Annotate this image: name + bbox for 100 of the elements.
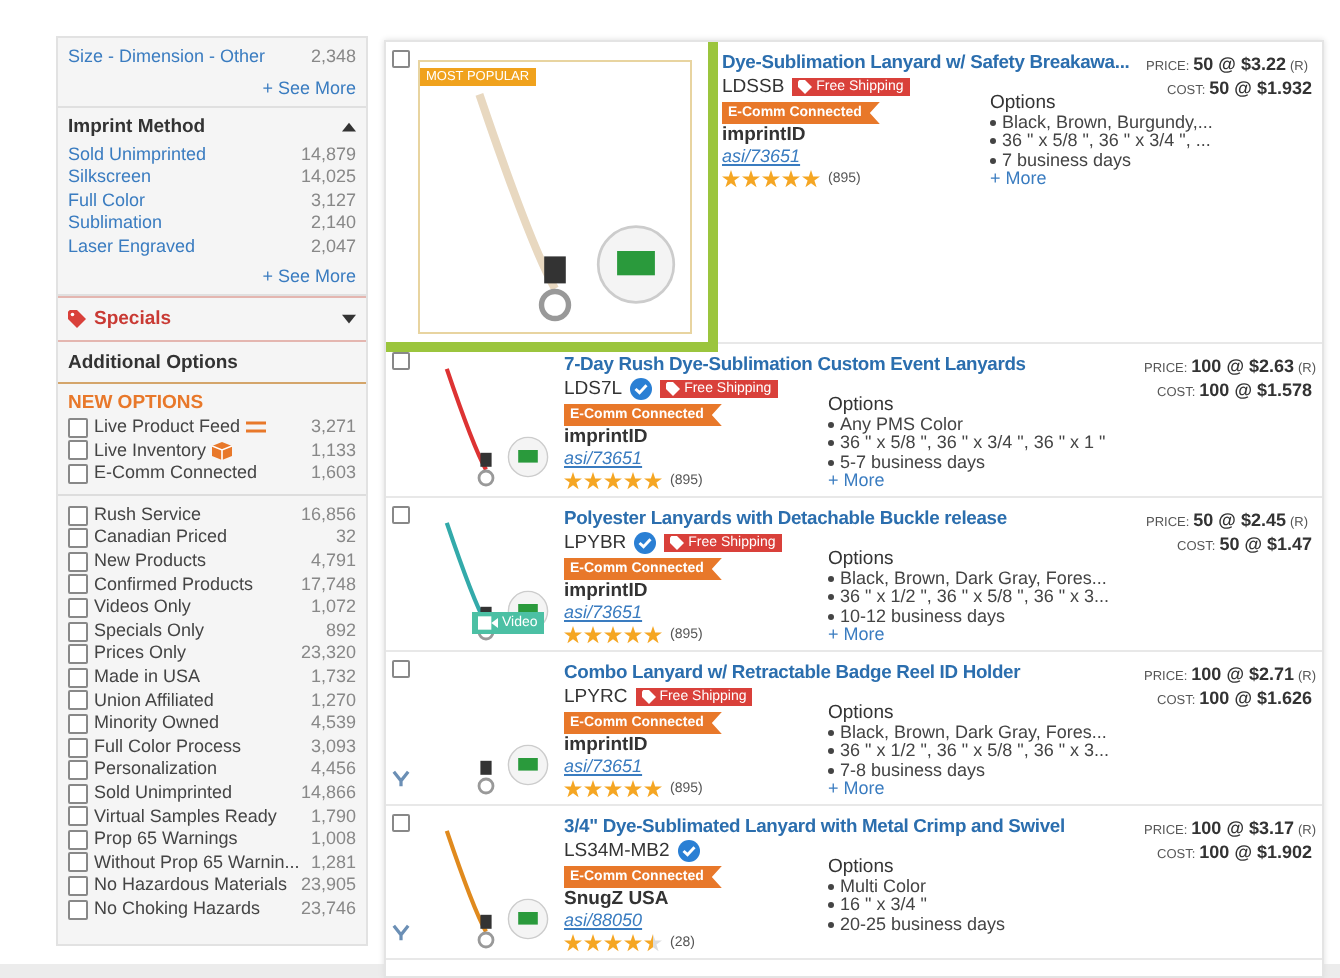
- lanyard-icon[interactable]: [392, 924, 410, 942]
- filter-option[interactable]: Silkscreen 14,025: [68, 166, 356, 189]
- option-count: 3,093: [310, 735, 356, 759]
- checkbox[interactable]: [68, 463, 88, 484]
- product-title-link[interactable]: Polyester Lanyards with Detachable Buckle release: [564, 506, 1007, 530]
- checkbox[interactable]: [68, 690, 88, 711]
- caret-icon[interactable]: [342, 314, 356, 324]
- more-link[interactable]: + More: [828, 780, 1110, 800]
- checkbox-label[interactable]: Specials Only: [94, 619, 205, 643]
- checkbox[interactable]: [68, 574, 88, 595]
- supplier-name: SnugZ USA: [564, 888, 671, 910]
- checkbox-label[interactable]: Live Product Feed: [94, 416, 241, 440]
- checkbox[interactable]: [68, 644, 88, 665]
- checkbox[interactable]: [68, 899, 88, 920]
- asi-link[interactable]: asi/73651: [564, 602, 643, 622]
- checkbox-label[interactable]: Sold Unimprinted: [94, 781, 233, 805]
- supplier-name: imprintID: [564, 734, 650, 756]
- option-count: 4,539: [310, 712, 356, 736]
- checkbox-label[interactable]: E-Comm Connected: [94, 462, 258, 486]
- checkbox[interactable]: [68, 417, 88, 438]
- star-icon: [564, 471, 582, 489]
- checkbox-label[interactable]: Virtual Samples Ready: [94, 805, 277, 829]
- checkbox-label[interactable]: Canadian Priced: [94, 526, 228, 550]
- checkbox-label[interactable]: No Hazardous Materials: [94, 874, 288, 898]
- checkbox[interactable]: [68, 505, 88, 526]
- checkbox-label[interactable]: Prices Only: [94, 642, 187, 666]
- checkbox[interactable]: [68, 551, 88, 572]
- checkbox-label[interactable]: Personalization: [94, 758, 218, 782]
- checkbox[interactable]: [68, 760, 88, 781]
- option-item: 5-7 business days: [840, 453, 986, 473]
- star-icon: [624, 779, 642, 797]
- option-count: 16,856: [300, 503, 356, 527]
- checkbox[interactable]: [68, 621, 88, 642]
- star-icon: [644, 933, 662, 951]
- checkbox-label[interactable]: Live Inventory: [94, 439, 207, 463]
- option-item: Any PMS Color: [840, 415, 964, 435]
- lanyard-icon[interactable]: [392, 770, 410, 788]
- checkbox[interactable]: [68, 737, 88, 758]
- product-title-link[interactable]: Combo Lanyard w/ Retractable Badge Reel ID Holder: [564, 660, 1021, 684]
- asi-link[interactable]: asi/73651: [564, 756, 643, 776]
- checkbox-label[interactable]: Made in USA: [94, 665, 201, 690]
- supplier-name: imprintID: [564, 580, 650, 602]
- filter-option[interactable]: Sold Unimprinted 14,879: [68, 143, 356, 166]
- filter-option[interactable]: Sublimation 2,140: [68, 212, 356, 235]
- checkbox[interactable]: [68, 852, 88, 873]
- product-title-link[interactable]: 3/4" Dye-Sublimated Lanyard with Metal Crimp and Swivel: [564, 814, 1065, 838]
- checkbox[interactable]: [392, 506, 410, 524]
- more-link[interactable]: + More: [990, 170, 1213, 190]
- checkbox[interactable]: [68, 440, 88, 461]
- supplier-name: imprintID: [564, 426, 650, 448]
- tag-icon: [68, 310, 86, 328]
- checkbox[interactable]: [68, 783, 88, 804]
- filter-option[interactable]: Laser Engraved 2,047: [68, 235, 356, 258]
- checkbox-label[interactable]: Videos Only: [94, 596, 191, 620]
- star-icon: [722, 169, 740, 187]
- filter-option[interactable]: Full Color 3,127: [68, 189, 356, 212]
- checkbox[interactable]: [392, 352, 410, 370]
- product-code: LPYRC: [564, 685, 628, 707]
- checkbox[interactable]: [68, 806, 88, 827]
- option-count: 17,748: [300, 573, 356, 597]
- bullet-icon: [828, 460, 834, 467]
- caret-icon[interactable]: [342, 121, 356, 131]
- checkbox[interactable]: [68, 829, 88, 850]
- checkbox-label[interactable]: No Choking Hazards: [94, 897, 261, 921]
- asi-link[interactable]: asi/73651: [564, 448, 643, 468]
- option-item: Black, Brown, Burgundy,...: [1002, 113, 1213, 133]
- options-heading: Options: [990, 94, 1058, 114]
- asi-link[interactable]: asi/73651: [722, 146, 801, 166]
- section-title[interactable]: Specials: [94, 308, 172, 330]
- checkbox[interactable]: [68, 876, 88, 897]
- asi-link[interactable]: asi/88050: [564, 910, 643, 930]
- option-count: 892: [325, 619, 356, 643]
- bullet-icon: [828, 748, 834, 755]
- option-item: Black, Brown, Dark Gray, Fores...: [840, 569, 1107, 589]
- option-count: 23,905: [300, 874, 356, 898]
- checkbox[interactable]: [392, 814, 410, 832]
- checkbox[interactable]: [392, 50, 410, 68]
- checkbox-label[interactable]: Minority Owned: [94, 712, 220, 736]
- see-more-link[interactable]: + See More: [68, 77, 356, 99]
- checkbox[interactable]: [68, 528, 88, 549]
- checkbox-label[interactable]: Full Color Process: [94, 735, 242, 759]
- price-value: 50 @ $3.22: [1193, 54, 1286, 74]
- see-more-link[interactable]: + See More: [68, 266, 356, 288]
- checkbox-label[interactable]: New Products: [94, 549, 207, 574]
- product-title-link[interactable]: 7-Day Rush Dye-Sublimation Custom Event Lanyards: [564, 352, 1026, 376]
- more-link[interactable]: + More: [828, 626, 1110, 646]
- checkbox-label[interactable]: Confirmed Products: [94, 573, 254, 597]
- more-link[interactable]: + More: [828, 472, 1106, 492]
- checkbox[interactable]: [68, 713, 88, 734]
- bullet-icon: [828, 922, 834, 929]
- checkbox-label[interactable]: Prop 65 Warnings: [94, 828, 238, 852]
- checkbox[interactable]: [392, 660, 410, 678]
- checkbox-label[interactable]: Rush Service: [94, 503, 202, 527]
- bullet-icon: [990, 158, 996, 165]
- filter-option[interactable]: Size - Dimension - Other 2,348: [68, 46, 356, 69]
- checkbox[interactable]: [68, 597, 88, 618]
- product-title-link[interactable]: Dye-Sublimation Lanyard w/ Safety Breakawa...: [722, 50, 1130, 74]
- checkbox[interactable]: [68, 667, 88, 688]
- checkbox-label[interactable]: Without Prop 65 Warnin...: [94, 851, 300, 875]
- checkbox-label[interactable]: Union Affiliated: [94, 689, 214, 713]
